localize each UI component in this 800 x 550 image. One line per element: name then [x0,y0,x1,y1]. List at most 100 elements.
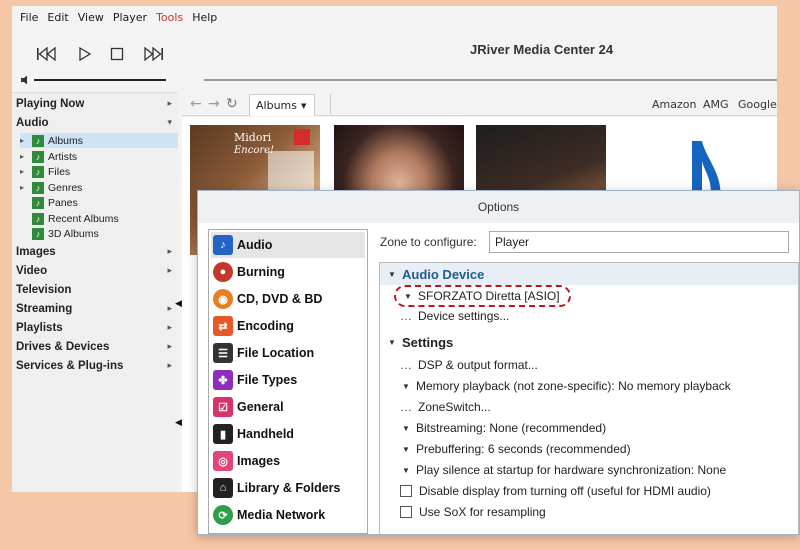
category-label: Media Network [237,508,326,522]
sidebar-item-label: Playing Now [16,98,85,110]
zoneswitch-item[interactable]: … ZoneSwitch... [400,398,491,416]
options-category-general[interactable]: ☑ General [211,394,365,420]
seek-bar[interactable] [204,79,777,81]
settings-header[interactable]: ▼ Settings [388,333,453,351]
back-arrow-icon[interactable]: ← [190,96,202,112]
options-category-file-location[interactable]: ☰ File Location [211,340,365,366]
sidebar-item-images[interactable]: Images ▸ [16,246,174,258]
item-label: Bitstreaming: None (recommended) [416,421,607,435]
item-label: Device settings... [418,309,510,323]
menu-player[interactable]: Player [113,11,147,24]
dropdown-triangle-icon[interactable]: ▼ [402,424,416,433]
sidebar-item-albums[interactable]: ▸ ♪ Albums [20,133,178,148]
expand-icon[interactable]: ▸ [20,183,32,192]
dsp-output-format-item[interactable]: … DSP & output format... [400,356,538,374]
expand-icon[interactable]: ▸ [20,167,32,176]
collapse-pane-icon[interactable]: ◀ [175,418,182,428]
expand-icon[interactable]: ▸ [20,152,32,161]
sidebar-item-artists[interactable]: ▸ ♪ Artists [20,149,178,164]
memory-playback-item[interactable]: ▼ Memory playback (not zone-specific): No… [402,377,731,395]
options-category-cd-dvd-bd[interactable]: ◉ CD, DVD & BD [211,286,365,312]
dropdown-triangle-icon[interactable]: ▼ [402,445,416,454]
amazon-link[interactable]: Amazon [652,98,696,111]
zone-select[interactable]: Player [489,231,789,253]
options-category-file-types[interactable]: ✤ File Types [211,367,365,393]
tab-label: Albums [256,99,297,112]
menu-bar: File Edit View Player Tools Help [12,6,777,28]
use-sox-checkbox[interactable] [400,506,412,518]
menu-edit[interactable]: Edit [47,11,68,24]
player-bar: JRiver Media Center 24 [12,28,777,92]
dropdown-triangle-icon[interactable]: ▼ [402,466,416,475]
sidebar-item-panes[interactable]: ♪ Panes [20,195,178,210]
dropdown-triangle-icon[interactable]: ▼ [404,292,418,301]
chevron-right-icon[interactable]: ▸ [167,341,172,352]
audio-note-icon: ♪ [213,235,233,255]
previous-button[interactable] [34,44,60,64]
sidebar-item-genres[interactable]: ▸ ♪ Genres [20,180,178,195]
disc-icon: ◉ [213,289,233,309]
options-category-media-network[interactable]: ⟳ Media Network [211,502,365,528]
next-button[interactable] [140,44,166,64]
device-settings-item[interactable]: … Device settings... [400,307,509,325]
use-sox-item[interactable]: Use SoX for resampling [400,503,546,521]
chevron-right-icon[interactable]: ▸ [167,303,172,314]
play-button[interactable] [72,44,98,64]
volume-icon[interactable] [20,75,32,85]
collapse-triangle-icon[interactable]: ▼ [388,270,402,279]
options-category-handheld[interactable]: ▮ Handheld [211,421,365,447]
audio-device-dropdown[interactable]: ▼ SFORZATO Diretta [ASIO] [404,287,560,305]
sidebar-item-files[interactable]: ▸ ♪ Files [20,164,178,179]
disable-display-checkbox[interactable] [400,485,412,497]
menu-help[interactable]: Help [192,11,217,24]
sidebar-item-playlists[interactable]: Playlists ▸ [16,322,174,334]
general-checkbox-icon: ☑ [213,397,233,417]
sidebar-item-playing-now[interactable]: Playing Now ▸ [16,98,174,110]
chevron-right-icon[interactable]: ▸ [167,265,172,276]
collapse-triangle-icon[interactable]: ▼ [388,338,402,347]
options-category-burning[interactable]: ● Burning [211,259,365,285]
sidebar-item-television[interactable]: Television [16,284,174,296]
sidebar-item-3d-albums[interactable]: ♪ 3D Albums [20,226,178,241]
chevron-right-icon[interactable]: ▸ [167,246,172,257]
expand-icon[interactable]: ▸ [20,136,32,145]
chevron-right-icon[interactable]: ▸ [167,322,172,333]
sidebar-item-video[interactable]: Video ▸ [16,265,174,277]
menu-file[interactable]: File [20,11,38,24]
play-silence-item[interactable]: ▼ Play silence at startup for hardware sy… [402,461,726,479]
refresh-icon[interactable]: ↻ [226,96,238,112]
music-note-icon: ♪ [32,196,44,209]
sidebar-item-label: Video [16,265,48,277]
amg-link[interactable]: AMG [703,98,729,111]
dropdown-triangle-icon[interactable]: ▼ [402,382,416,391]
options-category-images[interactable]: ◎ Images [211,448,365,474]
category-label: General [237,400,284,414]
sidebar-item-services-plugins[interactable]: Services & Plug-ins ▸ [16,360,174,372]
options-category-audio[interactable]: ♪ Audio [211,232,365,258]
sidebar-item-audio[interactable]: Audio ▾ [16,117,174,129]
collapse-sidebar-icon[interactable]: ◀ [175,299,182,309]
sidebar-tree: Playing Now ▸ Audio ▾ ▸ ♪ Albums ▸ ♪ Artists ▸… [12,92,182,492]
sidebar-item-label: Streaming [16,303,73,315]
sidebar-item-recent-albums[interactable]: ♪ Recent Albums [20,211,178,226]
volume-slider[interactable] [34,79,166,81]
sidebar-item-streaming[interactable]: Streaming ▸ [16,303,174,315]
sidebar-item-drives-devices[interactable]: Drives & Devices ▸ [16,341,174,353]
prebuffering-item[interactable]: ▼ Prebuffering: 6 seconds (recommended) [402,440,631,458]
music-note-icon: ♪ [32,134,44,147]
chevron-right-icon[interactable]: ▸ [167,360,172,371]
chevron-right-icon[interactable]: ▸ [167,98,172,109]
options-category-library-folders[interactable]: ⌂ Library & Folders [211,475,365,501]
tab-albums[interactable]: Albums ▼ [249,94,315,116]
forward-arrow-icon[interactable]: → [208,96,220,112]
chevron-down-icon[interactable]: ▾ [167,117,172,128]
dropdown-arrow-icon[interactable]: ▼ [301,102,306,110]
audio-device-header[interactable]: ▼ Audio Device [388,265,484,283]
google-link[interactable]: Google [738,98,777,111]
options-category-encoding[interactable]: ⇄ Encoding [211,313,365,339]
stop-button[interactable] [104,44,130,64]
bitstreaming-item[interactable]: ▼ Bitstreaming: None (recommended) [402,419,606,437]
disable-display-item[interactable]: Disable display from turning off (useful… [400,482,711,500]
menu-view[interactable]: View [78,11,104,24]
menu-tools[interactable]: Tools [156,11,183,24]
